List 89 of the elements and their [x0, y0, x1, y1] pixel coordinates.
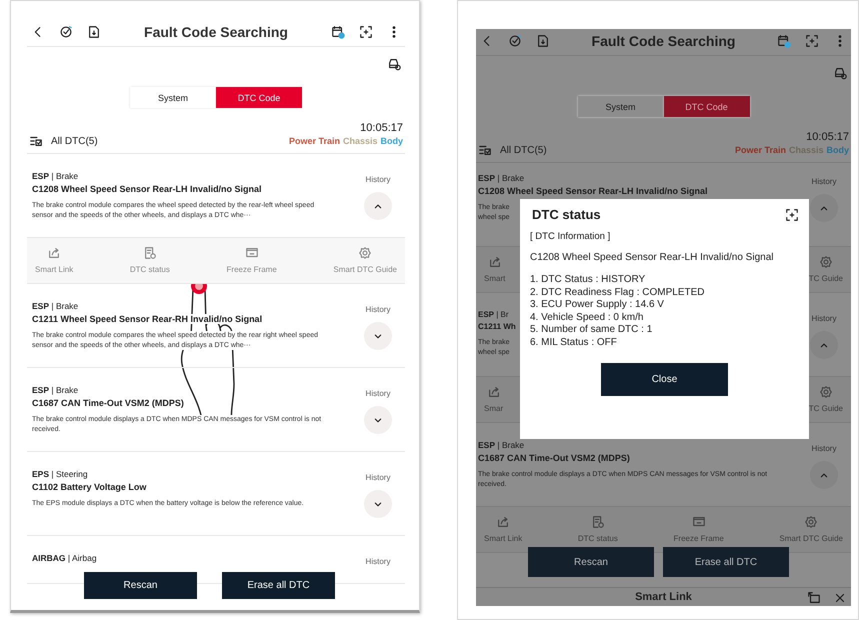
status-label: History [812, 444, 836, 453]
action-button[interactable]: Erase all DTC [663, 547, 789, 577]
monitor-icon [244, 246, 259, 260]
action-button[interactable]: TC Guide [802, 385, 849, 413]
info-line: 3. ECU Power Supply : 14.6 V [530, 299, 665, 312]
action-button[interactable]: Freeze Frame [668, 515, 730, 543]
share-icon [496, 515, 510, 529]
dtc-title: C1211 Wheel Speed Sensor Rear-RH Invalid/no Signal [32, 314, 262, 324]
screen-title: Fault Code Searching [590, 33, 736, 49]
tab[interactable]: System [578, 96, 664, 117]
dtc-title: C1208 Wheel Speed Sensor Rear-LH Invalid/no Signal [32, 184, 262, 194]
filter-label[interactable]: All DTC(5) [500, 144, 547, 156]
action-button[interactable]: Erase all DTC [222, 572, 335, 599]
close-icon[interactable] [833, 591, 847, 605]
dtc-title: C1687 CAN Time-Out VSM2 (MDPS) [32, 398, 184, 408]
tab[interactable]: System [130, 87, 216, 108]
dtc-module: ESP | Brake [32, 385, 80, 395]
dtc-module: ESP | Br [478, 310, 510, 319]
share-icon [486, 385, 501, 399]
window-icon[interactable] [807, 591, 821, 605]
tab[interactable]: DTC Code [216, 87, 302, 108]
info-line: 2. DTC Readiness Flag : COMPLETED [530, 286, 706, 299]
car-icon[interactable] [387, 57, 401, 71]
info-line: 5. Number of same DTC : 1 [530, 324, 654, 336]
action-button[interactable]: Freeze Frame [220, 246, 283, 274]
dtc-module: ESP | Brake [478, 440, 526, 450]
dtc-module: ESP | Brake [32, 301, 80, 311]
gear-icon [818, 255, 833, 269]
action-button[interactable]: Rescan [528, 547, 654, 577]
close-button[interactable]: Close [601, 363, 728, 396]
dtc-title: C1211 Wh [478, 322, 516, 331]
info-line: 6. MIL Status : OFF [530, 336, 618, 349]
filter-label[interactable]: All DTC(5) [51, 136, 98, 146]
calendar-icon[interactable] [331, 25, 345, 39]
dtc-module: EPS | Steering [32, 469, 89, 479]
info-line: 4. Vehicle Speed : 0 km/h [530, 312, 644, 324]
list-check-icon[interactable] [478, 143, 492, 157]
legend-label: Body [380, 136, 403, 146]
dtc-title: C1208 Wheel Speed Sensor Rear-LH Invalid/no Signal [530, 252, 774, 264]
dtc-title: C1102 Battery Voltage Low [32, 482, 146, 492]
action-button[interactable]: DTC status [572, 515, 624, 543]
dtc-module: ESP | Brake [478, 173, 526, 183]
list-check-icon[interactable] [29, 134, 43, 148]
status-label: History [812, 177, 836, 186]
dialog-title: DTC status [532, 207, 601, 222]
action-button[interactable]: Rescan [84, 572, 197, 599]
action-button[interactable]: Smart Link [29, 246, 80, 274]
gear-icon [804, 515, 818, 529]
calendar-icon[interactable] [777, 34, 791, 48]
scan-icon[interactable] [359, 25, 373, 39]
legend-label: Power Train [288, 136, 340, 146]
action-button[interactable]: Smart DTC Guide [327, 246, 403, 274]
status-label: History [366, 473, 390, 482]
share-icon [47, 246, 62, 260]
action-button[interactable]: TC Guide [802, 255, 849, 283]
dtc-title: C1687 CAN Time-Out VSM2 (MDPS) [478, 453, 630, 463]
info-line: 1. DTC Status : HISTORY [530, 274, 646, 286]
action-button[interactable]: Smart DTC Guide [773, 515, 849, 543]
gear-icon [358, 246, 372, 260]
gear-icon [818, 385, 833, 399]
action-button[interactable]: DTC status [124, 246, 176, 274]
action-button[interactable]: Smar [478, 385, 510, 413]
sheet-title: Smart Link [635, 591, 692, 603]
dtc-module: AIRBAG | Airbag [32, 553, 98, 563]
document-icon[interactable] [87, 25, 101, 39]
status-label: History [366, 305, 390, 314]
status-label: History [366, 175, 390, 184]
legend-label: Chassis [342, 136, 378, 146]
check-circle-icon[interactable] [59, 25, 73, 39]
legend-label: Body [826, 145, 849, 155]
scan-icon[interactable] [785, 208, 799, 222]
check-circle-icon[interactable] [508, 34, 522, 48]
document-icon [142, 246, 157, 260]
legend-label: Power Train [734, 145, 786, 155]
status-label: History [366, 557, 390, 566]
time-label: 10:05:17 [359, 122, 404, 134]
tab[interactable]: DTC Code [664, 96, 750, 117]
monitor-icon [692, 515, 706, 529]
share-icon [488, 255, 502, 269]
time-label: 10:05:17 [805, 131, 850, 143]
dtc-module: ESP | Brake [32, 171, 80, 181]
status-label: History [366, 389, 390, 398]
section-label: [ DTC Information ] [530, 231, 612, 242]
action-button[interactable]: Smart Link [478, 515, 528, 543]
screen-title: Fault Code Searching [143, 24, 289, 40]
dtc-title: C1208 Wheel Speed Sensor Rear-LH Invalid/no Signal [478, 186, 708, 196]
document-icon [590, 515, 605, 529]
action-button[interactable]: Smart [478, 255, 512, 283]
status-label: History [812, 314, 836, 323]
